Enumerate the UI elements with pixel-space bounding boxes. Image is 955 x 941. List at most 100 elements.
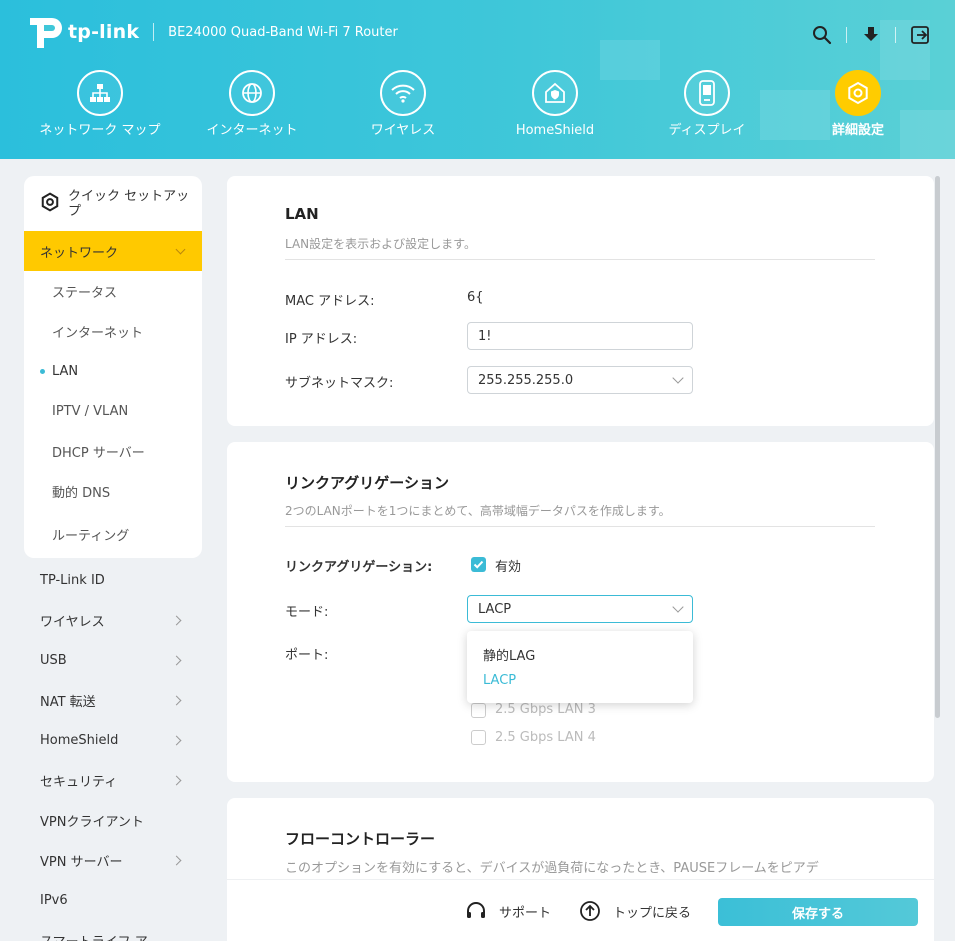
mode-value: LACP	[478, 601, 512, 617]
divider	[285, 526, 875, 527]
nav-internet[interactable]: インターネット	[176, 70, 328, 138]
sidebar-item-quick-setup[interactable]: クイック セットアップ	[24, 176, 202, 231]
headset-icon	[465, 901, 487, 921]
sidebar-subitem-ddns[interactable]: 動的 DNS	[24, 471, 202, 511]
section-title: フローコントローラー	[285, 830, 436, 848]
sidebar-item-tplink-id[interactable]: TP-Link ID	[24, 560, 202, 600]
port-label-lan3: 2.5 Gbps LAN 3	[495, 702, 596, 717]
sidebar-item-usb[interactable]: USB	[24, 640, 202, 680]
header-divider	[895, 27, 896, 43]
sidebar-item-label: ネットワーク	[40, 245, 119, 261]
sidebar-item-homeshield[interactable]: HomeShield	[24, 720, 202, 760]
sidebar-item-smart-life[interactable]: スマートライフ ア	[24, 920, 202, 941]
chevron-right-icon	[171, 655, 182, 665]
logout-icon[interactable]	[909, 24, 931, 46]
sidebar-subitem-lan[interactable]: LAN	[24, 351, 202, 391]
mode-option-lacp[interactable]: LACP	[483, 673, 516, 688]
sidebar-item-label: VPN サーバー	[40, 854, 123, 870]
link-aggregation-label: リンクアグリゲーション:	[285, 560, 433, 575]
sidebar-item-vpn-client[interactable]: VPNクライアント	[24, 800, 202, 840]
section-description: LAN設定を表示および設定します。	[285, 237, 476, 251]
divider	[285, 259, 875, 260]
save-button[interactable]: 保存する	[718, 898, 918, 926]
sidebar-top-group: クイック セットアップ ネットワーク ステータス インターネット LAN IPT…	[24, 176, 202, 558]
brand-name: tp-link	[68, 21, 140, 43]
header-divider	[153, 23, 155, 41]
mode-label: モード:	[285, 605, 329, 620]
section-title: LAN	[285, 205, 319, 223]
chevron-right-icon	[171, 695, 182, 705]
back-to-top-link[interactable]: トップに戻る	[579, 880, 691, 941]
sidebar-item-label: USB	[40, 652, 67, 668]
gear-icon	[835, 70, 881, 116]
sidebar-item-label: IPv6	[40, 892, 68, 908]
sidebar-subitem-status[interactable]: ステータス	[24, 271, 202, 311]
nav-wireless[interactable]: ワイヤレス	[327, 70, 479, 138]
port-checkbox-lan3[interactable]	[471, 703, 486, 718]
sidebar-item-ipv6[interactable]: IPv6	[24, 880, 202, 920]
subnet-mask-label: サブネットマスク:	[285, 376, 394, 391]
chevron-right-icon	[171, 775, 182, 785]
nav-advanced[interactable]: 詳細設定	[782, 70, 934, 138]
support-label: サポート	[499, 905, 552, 921]
sidebar-item-security[interactable]: セキュリティ	[24, 760, 202, 800]
sidebar-item-wireless[interactable]: ワイヤレス	[24, 600, 202, 640]
sidebar-item-label: NAT 転送	[40, 694, 96, 710]
back-to-top-label: トップに戻る	[613, 905, 692, 921]
sidebar-subitem-routing[interactable]: ルーティング	[24, 511, 202, 558]
nav-homeshield[interactable]: HomeShield	[479, 70, 631, 138]
mac-address-label: MAC アドレス:	[285, 294, 375, 309]
port-label: ポート:	[285, 648, 329, 663]
scrollbar[interactable]	[935, 176, 940, 718]
nav-label: インターネット	[206, 123, 298, 138]
homeshield-icon	[532, 70, 578, 116]
arrow-up-circle-icon	[579, 900, 601, 922]
chevron-down-icon	[672, 372, 684, 384]
mode-select[interactable]: LACP	[467, 595, 693, 623]
sidebar-subitem-internet[interactable]: インターネット	[24, 311, 202, 351]
sidebar-item-label: スマートライフ ア	[40, 931, 148, 941]
network-map-icon	[77, 70, 123, 116]
section-title: リンクアグリゲーション	[285, 474, 449, 492]
header-actions	[811, 24, 931, 46]
download-icon[interactable]	[860, 24, 882, 46]
port-checkbox-lan4[interactable]	[471, 730, 486, 745]
nav-label: ワイヤレス	[370, 123, 436, 138]
lan-card: LAN LAN設定を表示および設定します。 MAC アドレス: 6{ IP アド…	[227, 176, 934, 426]
nav-label: HomeShield	[515, 123, 595, 138]
chevron-right-icon	[171, 855, 182, 865]
nav-network-map[interactable]: ネットワーク マップ	[24, 70, 176, 138]
sidebar-item-label: VPNクライアント	[40, 814, 144, 830]
mac-address-value: 6{	[467, 290, 484, 305]
subnet-mask-select[interactable]: 255.255.255.0	[467, 366, 693, 394]
section-description: このオプションを有効にすると、デバイスが過負荷になったとき、PAUSEフレームを…	[285, 861, 819, 876]
ip-address-input-value: 1!	[478, 328, 492, 344]
nav-label: 詳細設定	[831, 123, 884, 138]
sidebar-subitem-dhcp-server[interactable]: DHCP サーバー	[24, 431, 202, 471]
support-link[interactable]: サポート	[465, 880, 551, 941]
brand-logo[interactable]: tp-link BE24000 Quad-Band Wi-Fi 7 Router	[24, 14, 398, 50]
nav-display[interactable]: ディスプレイ	[631, 70, 783, 138]
mode-option-static-lag[interactable]: 静的LAG	[483, 645, 535, 664]
ip-address-label: IP アドレス:	[285, 332, 358, 347]
search-icon[interactable]	[811, 24, 833, 46]
chevron-down-icon	[175, 244, 186, 254]
enable-checkbox-label: 有効	[495, 560, 522, 575]
sidebar-item-label: ワイヤレス	[40, 614, 105, 630]
mode-dropdown-menu: 静的LAG LACP	[467, 631, 693, 703]
sidebar-item-nat[interactable]: NAT 転送	[24, 680, 202, 720]
ip-address-input[interactable]: 1!	[467, 322, 693, 350]
sidebar-item-label: クイック セットアップ	[68, 188, 190, 219]
enable-checkbox[interactable]	[471, 557, 486, 572]
sidebar-item-vpn-server[interactable]: VPN サーバー	[24, 840, 202, 880]
action-footer: サポート トップに戻る 保存する	[227, 879, 934, 941]
section-description: 2つのLANポートを1つにまとめて、高帯域幅データパスを作成します。	[285, 504, 671, 518]
sidebar-item-network[interactable]: ネットワーク	[24, 231, 202, 271]
chevron-right-icon	[171, 615, 182, 625]
nav-label: ネットワーク マップ	[39, 123, 161, 138]
display-icon	[684, 70, 730, 116]
sidebar-subitem-iptv-vlan[interactable]: IPTV / VLAN	[24, 391, 202, 431]
globe-icon	[229, 70, 275, 116]
gear-icon	[40, 192, 60, 216]
wifi-icon	[380, 70, 426, 116]
